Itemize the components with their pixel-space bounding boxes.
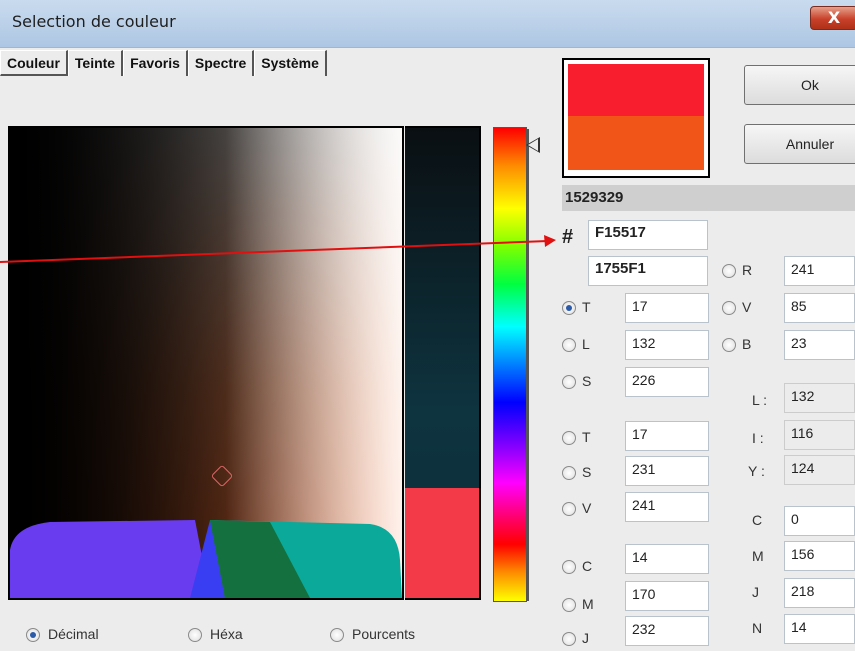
close-button[interactable]: X (810, 6, 855, 30)
label-v-tsv: V (582, 500, 592, 516)
radio-j[interactable] (562, 632, 576, 646)
cancel-button[interactable]: Annuler (744, 124, 855, 164)
label-n-right: N (752, 620, 763, 636)
label-t-tsv: T (582, 429, 591, 445)
label-r: R (742, 262, 753, 278)
m-input[interactable]: 170 (625, 581, 709, 611)
label-c-right: C (752, 512, 763, 528)
tab-couleur[interactable]: Couleur (0, 50, 68, 76)
s-tsv-input[interactable]: 231 (625, 456, 709, 486)
old-color-swatch (568, 116, 704, 170)
j-input[interactable]: 232 (625, 616, 709, 646)
v-tsv-input[interactable]: 241 (625, 492, 709, 522)
tab-teinte[interactable]: Teinte (67, 50, 124, 76)
radio-s-tsv[interactable] (562, 466, 576, 480)
radio-hexa[interactable] (188, 628, 202, 642)
decimal-value: 1529329 (562, 185, 855, 211)
radio-b[interactable] (722, 338, 736, 352)
radio-v[interactable] (722, 301, 736, 315)
label-i-colon: I : (752, 430, 764, 446)
window-title: Selection de couleur (12, 12, 176, 31)
radio-t-tls[interactable] (562, 301, 576, 315)
label-j-right: J (752, 584, 759, 600)
new-color-swatch (568, 64, 704, 116)
label-l: L (582, 336, 590, 352)
label-m: M (582, 596, 594, 612)
radio-c[interactable] (562, 560, 576, 574)
label-y-colon: Y : (748, 463, 765, 479)
hex-swapped-input[interactable]: 1755F1 (588, 256, 708, 286)
l-input[interactable]: 132 (625, 330, 709, 360)
t-tls-input[interactable]: 17 (625, 293, 709, 323)
b-input[interactable]: 23 (784, 330, 855, 360)
y-readonly: 124 (784, 455, 855, 485)
radio-t-tsv[interactable] (562, 431, 576, 445)
luminance-strip[interactable] (405, 126, 481, 600)
t-tsv-input[interactable]: 17 (625, 421, 709, 451)
label-v: V (742, 299, 752, 315)
label-decimal: Décimal (48, 626, 99, 642)
purple-blob (10, 520, 210, 598)
radio-m[interactable] (562, 598, 576, 612)
label-j: J (582, 630, 589, 646)
radio-r[interactable] (722, 264, 736, 278)
luminance-strip-red (405, 488, 479, 598)
color-preview (562, 58, 710, 178)
label-l-colon: L : (752, 392, 768, 408)
tab-favoris[interactable]: Favoris (123, 50, 188, 76)
label-b: B (742, 336, 752, 352)
r-input[interactable]: 241 (784, 256, 855, 286)
s-tls-input[interactable]: 226 (625, 367, 709, 397)
gamut-blobs (10, 520, 402, 598)
ok-button[interactable]: Ok (744, 65, 855, 105)
radio-s-tls[interactable] (562, 375, 576, 389)
tab-bar: Couleur Teinte Favoris Spectre Système (0, 48, 327, 78)
label-c: C (582, 558, 593, 574)
j-right-input[interactable]: 218 (784, 578, 855, 608)
label-m-right: M (752, 548, 764, 564)
label-s-tls: S (582, 373, 592, 389)
hue-slider-handle[interactable] (526, 137, 540, 153)
title-bar: Selection de couleur X (0, 0, 855, 48)
hue-slider-track (527, 129, 529, 601)
label-s-tsv: S (582, 464, 592, 480)
c-input[interactable]: 14 (625, 544, 709, 574)
l-readonly: 132 (784, 383, 855, 413)
i-readonly: 116 (784, 420, 855, 450)
radio-pourcents[interactable] (330, 628, 344, 642)
radio-v-tsv[interactable] (562, 502, 576, 516)
tab-systeme[interactable]: Système (254, 50, 327, 76)
m-right-input[interactable]: 156 (784, 541, 855, 571)
c-right-input[interactable]: 0 (784, 506, 855, 536)
hue-slider[interactable] (493, 127, 527, 602)
radio-l[interactable] (562, 338, 576, 352)
n-right-input[interactable]: 14 (784, 614, 855, 644)
v-input[interactable]: 85 (784, 293, 855, 323)
label-pourcents: Pourcents (352, 626, 416, 642)
radio-decimal[interactable] (26, 628, 40, 642)
tab-spectre[interactable]: Spectre (187, 50, 255, 76)
hex-input[interactable]: F15517 (588, 220, 708, 250)
color-picker-area[interactable] (8, 126, 404, 600)
hash-symbol: # (562, 226, 574, 248)
label-hexa: Héxa (210, 626, 243, 642)
label-t-tls: T (582, 299, 591, 315)
